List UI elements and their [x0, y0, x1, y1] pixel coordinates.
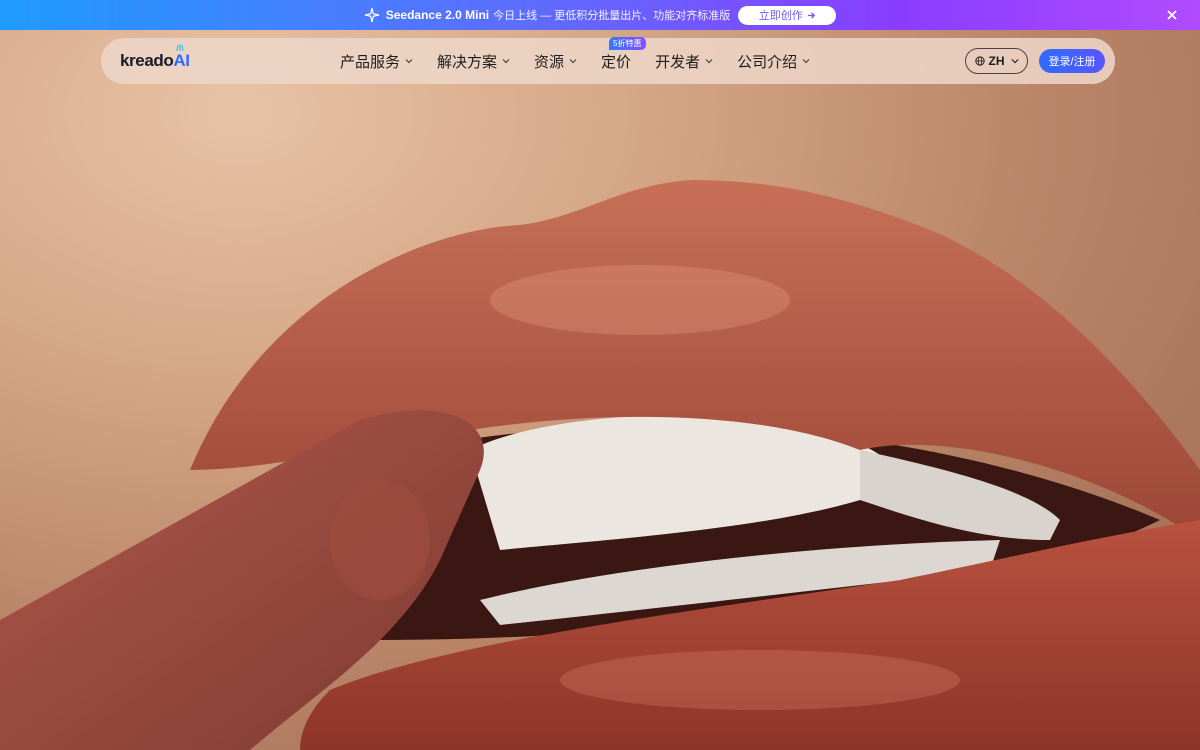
logo-accent: AI	[173, 51, 190, 70]
chevron-down-icon	[802, 59, 810, 64]
menu-label: 开发者	[655, 53, 701, 71]
menu-label: 产品服务	[340, 53, 401, 71]
kreado-logo[interactable]: kreadoAI	[120, 44, 190, 71]
globe-icon	[974, 56, 985, 66]
hero-image	[0, 0, 1200, 750]
close-icon[interactable]	[1164, 7, 1180, 23]
menu-resources[interactable]: 资源	[534, 51, 577, 72]
main-navbar: kreadoAI 产品服务 解决方案 资源 5折特惠 定价 开发者 公司介绍 Z…	[101, 36, 1115, 84]
menu-developers[interactable]: 开发者	[655, 51, 713, 72]
language-code: ZH	[988, 54, 1005, 68]
logo-sparkle-icon	[176, 44, 184, 52]
menu-solutions[interactable]: 解决方案	[437, 51, 510, 72]
banner-description: 今日上线 — 更低积分批量出片、功能对齐标准版	[493, 10, 731, 22]
banner-cta-button[interactable]: 立即创作	[738, 5, 837, 25]
sparkle-icon	[364, 7, 379, 23]
login-register-button[interactable]: 登录/注册	[1039, 49, 1105, 73]
logo-text: kreado	[120, 51, 174, 70]
language-selector[interactable]: ZH	[965, 48, 1028, 74]
chevron-down-icon	[405, 59, 413, 64]
discount-badge: 5折特惠	[609, 36, 646, 50]
menu-label: 公司介绍	[737, 53, 798, 71]
banner-cta-label: 立即创作	[758, 10, 803, 22]
chevron-down-icon	[1010, 59, 1019, 64]
menu-label: 解决方案	[437, 53, 498, 71]
menu-pricing[interactable]: 5折特惠 定价	[601, 36, 646, 72]
chevron-down-icon	[502, 59, 510, 64]
chevron-down-icon	[705, 59, 713, 64]
chevron-down-icon	[569, 59, 577, 64]
menu-label: 定价	[601, 53, 632, 71]
arrow-right-icon	[807, 11, 815, 19]
main-menu: 产品服务 解决方案 资源 5折特惠 定价 开发者 公司介绍	[340, 36, 834, 84]
menu-company[interactable]: 公司介绍	[737, 51, 810, 72]
banner-product-name: Seedance 2.0 Mini	[385, 8, 490, 22]
promo-banner: Seedance 2.0 Mini 今日上线 — 更低积分批量出片、功能对齐标准…	[0, 0, 1200, 30]
menu-products[interactable]: 产品服务	[340, 51, 413, 72]
menu-label: 资源	[534, 53, 565, 71]
